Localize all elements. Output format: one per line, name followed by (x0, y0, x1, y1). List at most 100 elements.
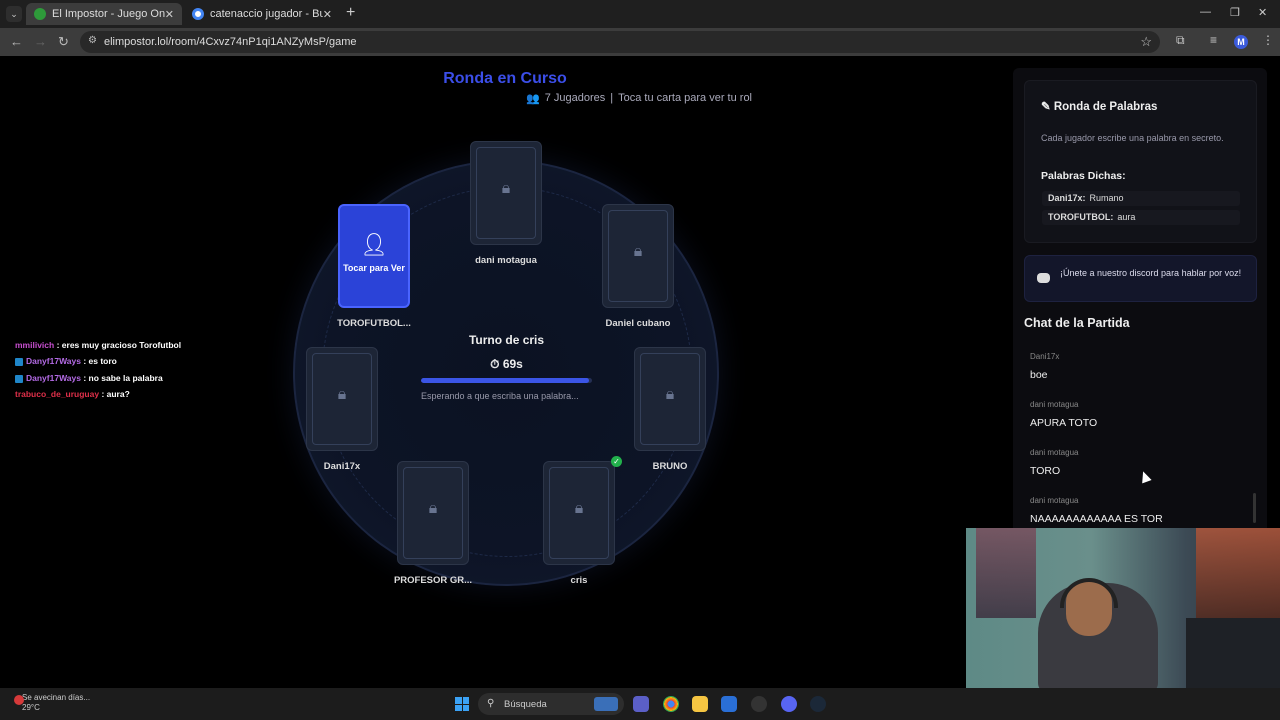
wall-poster (976, 528, 1036, 618)
search-icon: ⚲ (487, 698, 495, 709)
tab-elimpostor[interactable]: El Impostor - Juego Online Gra ✕ (26, 3, 182, 25)
search-highlight-icon (594, 697, 618, 711)
url-field[interactable]: ⚙ elimpostor.lol/room/4Cxvz74nP1qi1ANZyM… (80, 31, 1160, 53)
word-submitted-check-icon: ✓ (611, 456, 622, 467)
maximize-icon[interactable]: ❐ (1230, 6, 1240, 19)
word-entry: Dani17x: Rumano (1042, 191, 1240, 206)
subtitle-hint: Toca tu carta para ver tu rol (618, 92, 753, 104)
webcam-overlay (966, 528, 1280, 690)
chat-user: trabuco_de_uruguay (15, 389, 100, 399)
address-bar-row: ← → ↻ ⚙ elimpostor.lol/room/4Cxvz74nP1qi… (0, 28, 1280, 56)
lock-icon: 🔒︎ (574, 500, 584, 517)
reload-icon[interactable]: ↻ (58, 34, 69, 50)
discord-icon (1037, 273, 1050, 283)
site-favicon-icon (34, 8, 46, 20)
search-placeholder: Búsqueda (504, 699, 547, 710)
player-name: Dani17x (323, 461, 361, 472)
lock-icon: 🔒︎ (428, 500, 438, 517)
teams-icon[interactable] (633, 696, 649, 712)
stream-chat-line: Danyf17Ways : es toro (15, 356, 117, 366)
message-author: dani motagua (1030, 400, 1079, 409)
tab-title: El Impostor - Juego Online Gra (52, 8, 165, 20)
tab-google-search[interactable]: catenaccio jugador - Buscar co ✕ (184, 3, 340, 25)
badge-icon (15, 374, 23, 383)
message-text: NAAAAAAAAAAAA ES TOR (1030, 513, 1163, 525)
profile-avatar[interactable]: M (1234, 35, 1248, 49)
forward-icon[interactable]: → (34, 34, 47, 50)
store-icon[interactable] (721, 696, 737, 712)
close-window-icon[interactable]: ✕ (1258, 6, 1267, 19)
turn-timer: ⏱ 69s (430, 357, 583, 372)
tab-search-button[interactable]: ⌄ (6, 6, 22, 22)
word-round-title: ✎ Ronda de Palabras (1041, 99, 1157, 113)
turn-progress-bar (421, 378, 592, 383)
chat-user: Danyf17Ways (26, 356, 81, 366)
discord-taskbar-icon[interactable] (781, 696, 797, 712)
player-card-cris[interactable]: 🔒︎ (543, 461, 615, 565)
word-round-description: Cada jugador escribe una palabra en secr… (1041, 133, 1224, 143)
stopwatch-icon: ⏱ (490, 357, 503, 371)
bookmark-star-icon[interactable]: ☆ (1140, 34, 1152, 50)
message-author: dani motagua (1030, 448, 1079, 457)
player-count: 7 Jugadores (544, 92, 606, 104)
player-name: TOROFUTBOL... (337, 318, 411, 329)
extensions-icon[interactable]: ⧉ (1176, 33, 1185, 48)
temperature: 29°C (22, 703, 40, 712)
player-card-daniel-cubano[interactable]: 🔒︎ (602, 204, 674, 308)
windows-taskbar: Se avecinan días... 29°C ⚲ Búsqueda (0, 688, 1280, 720)
round-subtitle: 👥 7 Jugadores | Toca tu carta para ver t… (526, 92, 752, 105)
weather-widget[interactable]: Se avecinan días... 29°C (14, 693, 91, 713)
chat-title: Chat de la Partida (1024, 316, 1130, 330)
message-text: TORO (1030, 465, 1061, 477)
word-player: Dani17x: (1048, 193, 1086, 203)
round-title: Ronda en Curso (443, 70, 567, 87)
pencil-icon: ✎ (1041, 101, 1054, 113)
stream-chat-line: mmilivich : eres muy gracioso Torofutbol (15, 340, 182, 350)
taskbar-search[interactable]: ⚲ Búsqueda (478, 693, 624, 715)
windows-start-icon[interactable] (455, 697, 469, 711)
back-icon[interactable]: ← (10, 34, 23, 50)
obs-icon[interactable] (751, 696, 767, 712)
tab-close-icon[interactable]: ✕ (165, 8, 174, 21)
badge-icon (15, 357, 23, 366)
browser-menu-icon[interactable]: ⋮ (1262, 33, 1274, 47)
lock-icon: 🔒︎ (633, 243, 643, 260)
google-favicon-icon (192, 8, 204, 20)
new-tab-button[interactable]: + (346, 5, 355, 21)
waiting-text: Esperando a que escriba una palabra... (421, 391, 579, 401)
steam-icon[interactable] (810, 696, 826, 712)
subtitle-separator: | (610, 92, 614, 104)
chat-scrollbar[interactable] (1253, 493, 1256, 523)
lock-icon: 🔒︎ (665, 386, 675, 403)
my-card-tap-to-view[interactable]: 👤︎ Tocar para Ver (338, 204, 410, 308)
timer-value: 69s (502, 357, 523, 371)
message-text: boe (1030, 369, 1048, 381)
word-value: Rumano (1089, 193, 1124, 203)
tab-title: catenaccio jugador - Buscar co (210, 8, 323, 20)
tab-close-icon[interactable]: ✕ (323, 8, 332, 21)
discord-banner[interactable]: ¡Únete a nuestro discord para hablar por… (1024, 255, 1257, 302)
word-round-title-text: Ronda de Palabras (1053, 101, 1158, 113)
player-card-bruno[interactable]: 🔒︎ (634, 347, 706, 451)
player-card-profesor[interactable]: 🔒︎ (397, 461, 469, 565)
players-icon: 👥 (526, 93, 540, 105)
chat-text: aura? (106, 389, 130, 399)
weather-text: Se avecinan días... (22, 693, 91, 702)
chat-text: es toro (88, 356, 117, 366)
chat-text: eres muy gracioso Torofutbol (61, 340, 182, 350)
word-player: TOROFUTBOL: (1048, 212, 1114, 222)
file-explorer-icon[interactable] (692, 696, 708, 712)
media-control-icon[interactable]: ≡ (1210, 33, 1217, 47)
player-card-dani-motagua[interactable]: 🔒︎ (470, 141, 542, 245)
stream-chat-line: trabuco_de_uruguay : aura? (15, 389, 130, 399)
words-said-title: Palabras Dichas: (1041, 170, 1126, 182)
player-name: PROFESOR GR... (393, 575, 473, 586)
chrome-icon[interactable] (663, 696, 679, 712)
turn-progress-fill (421, 378, 589, 383)
message-text: APURA TOTO (1030, 417, 1098, 429)
player-name: dani motagua (475, 255, 537, 266)
site-info-icon[interactable]: ⚙ (88, 35, 97, 46)
player-name: cris (570, 575, 588, 586)
minimize-icon[interactable]: — (1200, 6, 1211, 18)
player-card-dani17x[interactable]: 🔒︎ (306, 347, 378, 451)
